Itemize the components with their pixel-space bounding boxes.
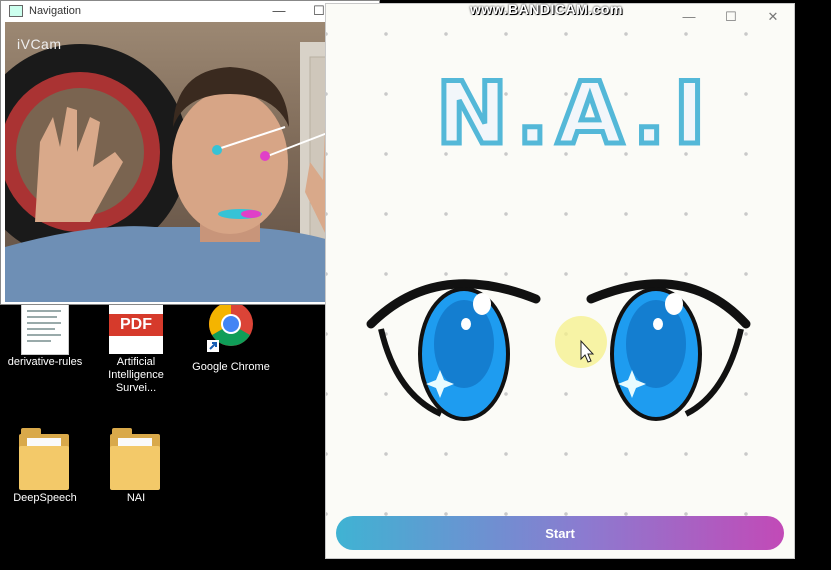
window-app-icon — [9, 5, 23, 17]
navigation-titlebar[interactable]: Navigation — ☐ ✕ — [1, 1, 379, 21]
start-button[interactable]: Start — [336, 516, 784, 550]
pdf-icon: PDF — [109, 302, 163, 354]
desktop-icon-deepspeech-folder[interactable]: DeepSpeech — [0, 428, 90, 505]
document-icon — [22, 302, 68, 354]
desktop-icon-label: NAI — [126, 492, 146, 504]
minimize-button[interactable]: — — [259, 1, 299, 21]
minimize-button[interactable]: — — [668, 4, 710, 30]
desktop-icon-derivative-rules[interactable]: derivative-rules — [0, 302, 90, 369]
webcam-scene — [5, 42, 377, 302]
window-title: Navigation — [29, 5, 81, 17]
ivcam-watermark: iVCam — [17, 36, 62, 52]
folder-icon — [19, 428, 71, 490]
bandicam-watermark: www.BANDICAM.com — [470, 1, 623, 17]
folder-icon — [110, 428, 162, 490]
close-button[interactable]: ✕ — [752, 4, 794, 30]
desktop-icon-label: Google Chrome — [192, 361, 270, 373]
anime-eyes — [366, 279, 751, 421]
maximize-button[interactable]: ☐ — [710, 4, 752, 30]
nai-app-window[interactable]: — ☐ ✕ N.A.I Start — [325, 3, 795, 559]
chrome-icon — [207, 302, 253, 352]
desktop-icon-ai-survey-pdf[interactable]: PDF Artificial Intelligence Survei... — [91, 302, 181, 395]
nai-logo: N.A.I — [433, 62, 714, 167]
desktop-icon-nai-folder[interactable]: NAI — [91, 428, 181, 505]
desktop-icon-google-chrome[interactable]: Google Chrome — [186, 302, 276, 374]
webcam-feed: iVCam — [5, 22, 377, 302]
desktop-icon-label: DeepSpeech — [13, 492, 77, 504]
desktop-icon-label: Artificial Intelligence Survei... — [108, 356, 164, 394]
navigation-window[interactable]: Navigation — ☐ ✕ — [0, 0, 380, 305]
desktop-icon-label: derivative-rules — [7, 356, 83, 368]
